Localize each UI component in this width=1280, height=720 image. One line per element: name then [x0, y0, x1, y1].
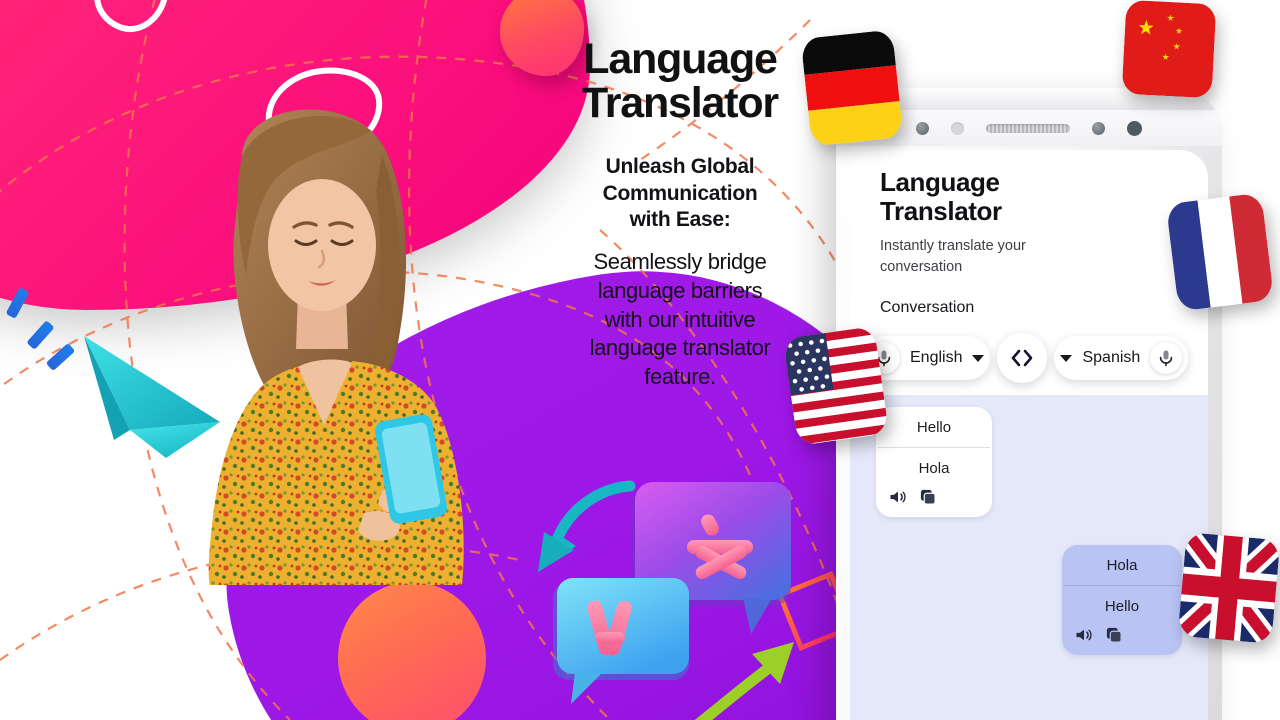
- france-flag: [1165, 192, 1275, 312]
- subhead-line-2: Communication: [602, 181, 758, 205]
- subhead-line-3: with Ease:: [629, 208, 731, 232]
- source-language-selector[interactable]: English: [862, 336, 991, 381]
- microphone-icon[interactable]: [1150, 342, 1183, 375]
- message-original-text: Hola: [1106, 557, 1138, 575]
- conversation-section-label: Conversation: [880, 299, 975, 317]
- speaker-icon[interactable]: [1074, 625, 1094, 645]
- target-language-selector[interactable]: Spanish: [1054, 336, 1189, 381]
- language-selector-bar: English Spanish: [850, 333, 1208, 384]
- copy-icon[interactable]: [1104, 625, 1124, 645]
- message-original-text: Hello: [916, 419, 952, 437]
- swap-languages-button[interactable]: [997, 333, 1048, 384]
- front-camera-icon: [916, 121, 929, 135]
- body-line-2: language barriers: [597, 277, 763, 303]
- page-title: Language Translator: [540, 35, 820, 127]
- headline-line-2: Translator: [582, 78, 779, 127]
- phone-mockup: Language Translator Instantly translate …: [836, 88, 1222, 720]
- app-title: Language Translator: [880, 167, 1178, 227]
- app-title-line-2: Translator: [880, 196, 1002, 227]
- body-line-5: feature.: [644, 363, 716, 389]
- curved-arrow-up-icon: [694, 642, 794, 720]
- germany-flag: [800, 29, 904, 147]
- promo-body-text: Seamlessly bridge language barriers with…: [540, 248, 820, 391]
- body-line-3: with our intuitive: [604, 306, 756, 332]
- message-translated-text: Hola: [918, 460, 950, 478]
- app-title-line-1: Language: [880, 167, 1000, 197]
- message-actions: [876, 481, 992, 517]
- proximity-sensor-icon: [951, 121, 964, 135]
- promo-subheadline: Unleash Global Communication with Ease:: [540, 154, 820, 235]
- curved-arrow-down-icon: [538, 480, 636, 572]
- woman-with-phone-photo: [208, 109, 464, 585]
- phone-screen: Language Translator Instantly translate …: [850, 150, 1208, 720]
- app-header: Language Translator Instantly translate …: [850, 150, 1208, 317]
- conversation-list: Hello Hola Hola Hello: [850, 395, 1208, 720]
- china-flag: [1121, 0, 1217, 99]
- speaker-icon[interactable]: [888, 487, 908, 507]
- copy-icon[interactable]: [918, 487, 938, 507]
- secondary-camera-icon: [1127, 120, 1142, 136]
- message-bubble-outgoing[interactable]: Hola Hello: [1062, 545, 1182, 656]
- united-kingdom-flag: [1177, 532, 1280, 644]
- promo-banner: Language Translator Unleash Global Commu…: [0, 0, 1280, 720]
- earpiece-speaker-icon: [986, 123, 1070, 133]
- subhead-line-1: Unleash Global: [605, 154, 755, 178]
- message-bubble-incoming[interactable]: Hello Hola: [876, 407, 992, 518]
- chat-bubble-latin: [553, 578, 689, 704]
- promo-copy-block: Language Translator Unleash Global Commu…: [540, 35, 820, 391]
- body-line-4: language translator: [589, 335, 771, 361]
- code-swap-icon: [1012, 350, 1033, 367]
- body-line-1: Seamlessly bridge: [593, 249, 767, 275]
- light-sensor-icon: [1092, 121, 1105, 135]
- headline-line-1: Language: [583, 35, 778, 83]
- united-states-flag: [782, 326, 890, 446]
- chevron-down-icon[interactable]: [1060, 354, 1073, 362]
- message-translated-text: Hello: [1104, 598, 1140, 616]
- message-actions: [1062, 619, 1182, 655]
- chevron-down-icon[interactable]: [972, 354, 985, 362]
- source-language-label: English: [910, 349, 963, 367]
- target-language-label: Spanish: [1082, 349, 1141, 367]
- app-subtitle: Instantly translate your conversation: [880, 238, 1026, 275]
